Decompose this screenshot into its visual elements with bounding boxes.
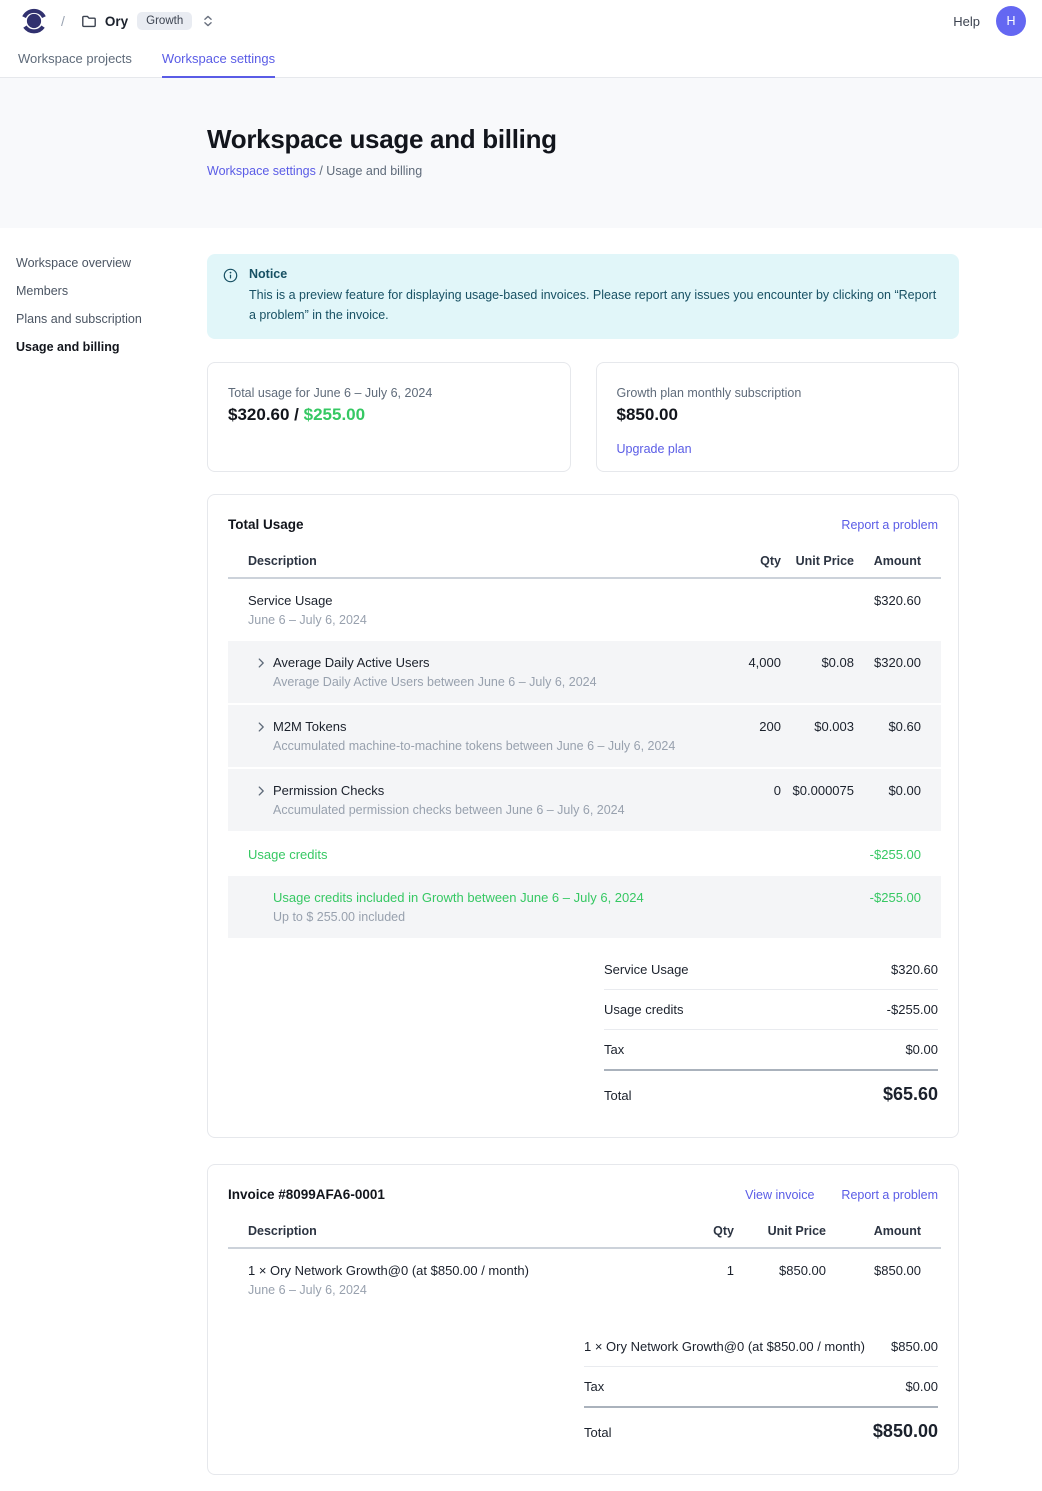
breadcrumb-current: Usage and billing <box>326 164 422 178</box>
breadcrumb-separator: / <box>61 13 65 29</box>
sidebar-item-usage-and-billing[interactable]: Usage and billing <box>16 340 186 354</box>
invoice-card: Invoice #8099AFA6-0001 View invoice Repo… <box>207 1164 959 1475</box>
preview-notice: Notice This is a preview feature for dis… <box>207 254 959 339</box>
upgrade-plan-link[interactable]: Upgrade plan <box>617 442 692 456</box>
chevron-right-icon[interactable] <box>254 656 268 689</box>
sidebar-item-plans-and-subscription[interactable]: Plans and subscription <box>16 312 186 326</box>
table-row-growth-subscription: 1 × Ory Network Growth@0 (at $850.00 / m… <box>228 1248 941 1311</box>
totals-row-tax: Tax $0.00 <box>584 1367 938 1408</box>
top-bar: / Ory Growth Help H <box>0 0 1042 42</box>
ory-logo-icon[interactable] <box>21 6 47 36</box>
plan-subscription-card: Growth plan monthly subscription $850.00… <box>596 362 960 472</box>
tab-workspace-projects[interactable]: Workspace projects <box>18 42 132 78</box>
table-row-usage-credits: Usage credits -$255.00 <box>228 832 941 876</box>
page-hero: Workspace usage and billing Workspace se… <box>0 78 1042 228</box>
sidebar-item-workspace-overview[interactable]: Workspace overview <box>16 256 186 270</box>
chevron-right-icon[interactable] <box>254 784 268 817</box>
total-usage-label: Total usage for June 6 – July 6, 2024 <box>228 386 550 400</box>
invoice-table: Description Qty Unit Price Amount 1 × Or… <box>228 1218 941 1311</box>
totals-row-total: Total $65.60 <box>604 1071 938 1117</box>
info-icon <box>223 268 238 325</box>
invoice-table-header: Description Qty Unit Price Amount <box>228 1218 941 1248</box>
table-row-permission-checks: Permission Checks Accumulated permission… <box>228 768 941 832</box>
view-invoice-link[interactable]: View invoice <box>745 1188 814 1202</box>
invoice-totals: 1 × Ory Network Growth@0 (at $850.00 / m… <box>584 1327 938 1454</box>
settings-sidebar: Workspace overview Members Plans and sub… <box>16 256 186 368</box>
total-usage-card: Total usage for June 6 – July 6, 2024 $3… <box>207 362 571 472</box>
usage-invoice-card: Total Usage Report a problem Description… <box>207 494 959 1138</box>
content-area: Workspace overview Members Plans and sub… <box>0 228 1042 1491</box>
workspace-tabs: Workspace projects Workspace settings <box>0 42 1042 78</box>
totals-row-total: Total $850.00 <box>584 1408 938 1454</box>
totals-row-subscription: 1 × Ory Network Growth@0 (at $850.00 / m… <box>584 1327 938 1367</box>
breadcrumb-link-workspace-settings[interactable]: Workspace settings <box>207 164 316 178</box>
table-row-service-usage: Service Usage June 6 – July 6, 2024 $320… <box>228 578 941 641</box>
usage-table-header: Description Qty Unit Price Amount <box>228 548 941 578</box>
report-problem-link[interactable]: Report a problem <box>841 518 938 532</box>
usage-totals: Service Usage $320.60 Usage credits -$25… <box>604 950 938 1117</box>
table-row-daily-active-users: Average Daily Active Users Average Daily… <box>228 641 941 704</box>
notice-title: Notice <box>249 267 943 281</box>
sidebar-item-members[interactable]: Members <box>16 284 186 298</box>
folder-icon <box>81 13 97 29</box>
totals-row-service-usage: Service Usage $320.60 <box>604 950 938 990</box>
user-avatar[interactable]: H <box>996 6 1026 36</box>
report-problem-link[interactable]: Report a problem <box>841 1188 938 1202</box>
workspace-name[interactable]: Ory <box>105 14 128 29</box>
plan-label: Growth plan monthly subscription <box>617 386 939 400</box>
plan-amount: $850.00 <box>617 405 939 425</box>
main-column: Notice This is a preview feature for dis… <box>207 228 959 1475</box>
breadcrumb: Workspace settings / Usage and billing <box>207 164 1042 178</box>
totals-row-usage-credits: Usage credits -$255.00 <box>604 990 938 1030</box>
summary-cards: Total usage for June 6 – July 6, 2024 $3… <box>207 362 959 472</box>
usage-card-title: Total Usage <box>228 517 304 532</box>
chevron-right-icon[interactable] <box>254 720 268 753</box>
invoice-title: Invoice #8099AFA6-0001 <box>228 1187 385 1202</box>
tab-workspace-settings[interactable]: Workspace settings <box>162 42 275 78</box>
notice-body: This is a preview feature for displaying… <box>249 285 943 325</box>
workspace-switcher-icon[interactable] <box>201 14 215 28</box>
usage-credit-value: $255.00 <box>304 405 365 424</box>
help-link[interactable]: Help <box>953 14 980 29</box>
usage-table: Description Qty Unit Price Amount Servic… <box>228 548 941 940</box>
table-row-usage-credits-included: Usage credits included in Growth between… <box>228 876 941 939</box>
total-usage-value: $320.60 / $255.00 <box>228 405 550 425</box>
table-row-m2m-tokens: M2M Tokens Accumulated machine-to-machin… <box>228 704 941 768</box>
plan-badge: Growth <box>137 12 192 30</box>
totals-row-tax: Tax $0.00 <box>604 1030 938 1071</box>
page-title: Workspace usage and billing <box>207 124 1042 155</box>
